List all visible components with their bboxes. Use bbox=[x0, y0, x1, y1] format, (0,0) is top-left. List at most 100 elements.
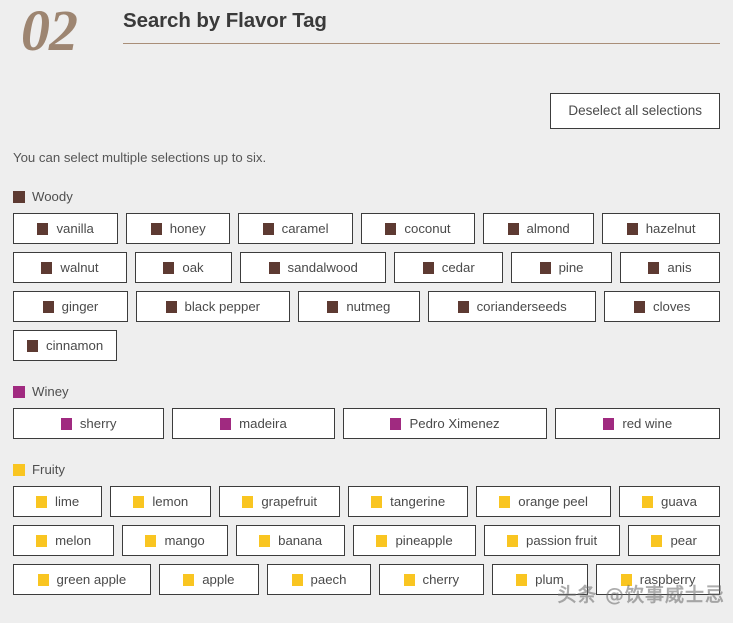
color-swatch-icon bbox=[390, 417, 402, 430]
flavor-tag-passion-fruit[interactable]: passion fruit bbox=[483, 525, 621, 556]
flavor-tag-nutmeg[interactable]: nutmeg bbox=[297, 291, 420, 322]
deselect-all-button[interactable]: Deselect all selections bbox=[550, 93, 720, 129]
flavor-tag-lime[interactable]: lime bbox=[13, 486, 103, 517]
flavor-tag-sherry[interactable]: sherry bbox=[13, 408, 165, 439]
flavor-tag-mango[interactable]: mango bbox=[122, 525, 228, 556]
color-swatch-icon bbox=[13, 191, 25, 203]
color-swatch-icon bbox=[422, 261, 434, 274]
category-woody: Woody vanilla honey caramel coconut almond haz… bbox=[0, 190, 733, 361]
flavor-tag-cedar[interactable]: cedar bbox=[394, 252, 504, 283]
title-divider bbox=[123, 43, 720, 44]
flavor-tag-banana[interactable]: banana bbox=[235, 525, 346, 556]
flavor-tag-paech[interactable]: paech bbox=[267, 564, 371, 595]
flavor-tag-grapefruit[interactable]: grapefruit bbox=[219, 486, 341, 517]
color-swatch-icon bbox=[183, 573, 195, 586]
flavor-tag-label: grapefruit bbox=[261, 493, 318, 509]
flavor-tag-caramel[interactable]: caramel bbox=[238, 213, 353, 244]
flavor-tag-label: cloves bbox=[652, 298, 691, 314]
flavor-tag-guava[interactable]: guava bbox=[618, 486, 720, 517]
color-swatch-icon bbox=[27, 339, 38, 352]
flavor-tag-label: raspberry bbox=[639, 571, 696, 587]
flavor-tag-pine[interactable]: pine bbox=[511, 252, 612, 283]
flavor-tag-plum[interactable]: plum bbox=[491, 564, 589, 595]
color-swatch-icon bbox=[385, 222, 397, 235]
flavor-tag-label: banana bbox=[278, 532, 323, 548]
color-swatch-icon bbox=[507, 534, 519, 547]
flavor-tag-label: guava bbox=[661, 493, 697, 509]
color-swatch-icon bbox=[457, 300, 469, 313]
flavor-tag-pineapple[interactable]: pineapple bbox=[353, 525, 476, 556]
flavor-tag-madeira[interactable]: madeira bbox=[172, 408, 335, 439]
color-swatch-icon bbox=[13, 386, 25, 398]
flavor-tag-label: melon bbox=[55, 532, 92, 548]
tag-row: ginger black pepper nutmeg corianderseeds cl… bbox=[13, 291, 720, 322]
flavor-tag-label: sherry bbox=[79, 415, 117, 431]
color-swatch-icon bbox=[539, 261, 551, 274]
category-label: Fruity bbox=[32, 462, 65, 477]
flavor-tag-hazelnut[interactable]: hazelnut bbox=[602, 213, 720, 244]
flavor-tag-label: cherry bbox=[422, 571, 460, 587]
flavor-tag-lemon[interactable]: lemon bbox=[110, 486, 212, 517]
flavor-tag-oak[interactable]: oak bbox=[134, 252, 233, 283]
flavor-tag-sandalwood[interactable]: sandalwood bbox=[240, 252, 387, 283]
flavor-tag-coconut[interactable]: coconut bbox=[360, 213, 476, 244]
flavor-tag-tangerine[interactable]: tangerine bbox=[348, 486, 469, 517]
flavor-tag-apple[interactable]: apple bbox=[158, 564, 260, 595]
category-header: Woody bbox=[13, 190, 720, 204]
color-swatch-icon bbox=[262, 222, 274, 235]
flavor-tag-raspberry[interactable]: raspberry bbox=[596, 564, 721, 595]
flavor-tag-orange-peel[interactable]: orange peel bbox=[476, 486, 611, 517]
flavor-tag-categories: Woody vanilla honey caramel coconut almond haz… bbox=[0, 190, 733, 595]
flavor-tag-corianderseeds[interactable]: corianderseeds bbox=[427, 291, 597, 322]
color-swatch-icon bbox=[13, 464, 25, 476]
step-number: 02 bbox=[21, 0, 78, 63]
flavor-tag-label: pine bbox=[558, 259, 584, 275]
color-swatch-icon bbox=[268, 261, 280, 274]
color-swatch-icon bbox=[651, 534, 663, 547]
flavor-tag-red-wine[interactable]: red wine bbox=[555, 408, 721, 439]
flavor-tag-anis[interactable]: anis bbox=[619, 252, 720, 283]
flavor-tag-cloves[interactable]: cloves bbox=[604, 291, 720, 322]
flavor-tag-almond[interactable]: almond bbox=[483, 213, 595, 244]
color-swatch-icon bbox=[242, 495, 254, 508]
category-label: Woody bbox=[32, 189, 73, 204]
color-swatch-icon bbox=[145, 534, 157, 547]
flavor-tag-cinnamon[interactable]: cinnamon bbox=[13, 330, 118, 361]
flavor-tag-label: honey bbox=[169, 220, 206, 236]
flavor-tag-label: orange peel bbox=[518, 493, 588, 509]
flavor-tag-green-apple[interactable]: green apple bbox=[13, 564, 151, 595]
color-swatch-icon bbox=[371, 495, 383, 508]
header-title-block: Search by Flavor Tag bbox=[123, 0, 720, 44]
flavor-tag-cherry[interactable]: cherry bbox=[378, 564, 484, 595]
color-swatch-icon bbox=[507, 222, 519, 235]
tag-row: lime lemon grapefruit tangerine orange peel g… bbox=[13, 486, 720, 517]
tag-row: green apple apple paech cherry plum raspberry bbox=[13, 564, 721, 595]
flavor-tag-label: tangerine bbox=[390, 493, 446, 509]
flavor-tag-label: caramel bbox=[281, 220, 329, 236]
flavor-tag-ginger[interactable]: ginger bbox=[13, 291, 128, 322]
flavor-tag-pear[interactable]: pear bbox=[628, 525, 721, 556]
tag-row: vanilla honey caramel coconut almond hazelnut bbox=[13, 213, 720, 244]
flavor-tag-black-pepper[interactable]: black pepper bbox=[135, 291, 290, 322]
flavor-tag-label: pineapple bbox=[395, 532, 453, 548]
page-title: Search by Flavor Tag bbox=[123, 9, 327, 32]
color-swatch-icon bbox=[165, 300, 177, 313]
flavor-tag-vanilla[interactable]: vanilla bbox=[13, 213, 119, 244]
color-swatch-icon bbox=[648, 261, 660, 274]
color-swatch-icon bbox=[42, 300, 54, 313]
flavor-tag-honey[interactable]: honey bbox=[126, 213, 231, 244]
flavor-tag-label: ginger bbox=[61, 298, 99, 314]
color-swatch-icon bbox=[259, 534, 271, 547]
flavor-tag-label: almond bbox=[526, 220, 570, 236]
flavor-tag-walnut[interactable]: walnut bbox=[13, 252, 127, 283]
tag-row: walnut oak sandalwood cedar pine anis bbox=[13, 252, 720, 283]
color-swatch-icon bbox=[603, 417, 615, 430]
flavor-tag-pedro-ximenez[interactable]: Pedro Ximenez bbox=[342, 408, 548, 439]
flavor-tag-melon[interactable]: melon bbox=[13, 525, 115, 556]
color-swatch-icon bbox=[376, 534, 388, 547]
color-swatch-icon bbox=[60, 417, 72, 430]
flavor-tag-label: hazelnut bbox=[645, 220, 696, 236]
flavor-tag-label: nutmeg bbox=[346, 298, 391, 314]
color-swatch-icon bbox=[626, 222, 638, 235]
color-swatch-icon bbox=[620, 573, 632, 586]
